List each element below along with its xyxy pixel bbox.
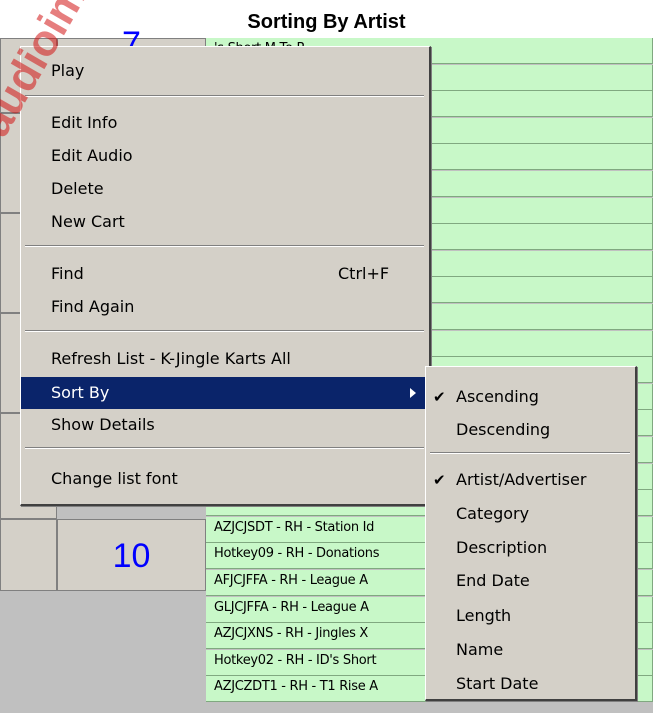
menu-separator [25, 245, 424, 247]
submenu-item-ascending[interactable]: ✔ Ascending [426, 381, 634, 413]
menu-item-label: Edit Info [51, 113, 118, 132]
submenu-item-label: Name [456, 640, 504, 659]
submenu-item-label: End Date [456, 571, 530, 590]
menu-item-edit-audio[interactable]: Edit Audio [21, 140, 428, 172]
submenu-item-description[interactable]: Description [426, 532, 634, 564]
submenu-item-label: Artist/Advertiser [456, 470, 587, 489]
menu-item-edit-info[interactable]: Edit Info [21, 107, 428, 139]
submenu-item-category[interactable]: Category [426, 498, 634, 530]
menu-item-change-list-font[interactable]: Change list font [21, 463, 428, 495]
menu-item-play[interactable]: Play [21, 55, 428, 87]
menu-item-label: Change list font [51, 469, 178, 488]
menu-item-refresh-list[interactable]: Refresh List - K-Jingle Karts All [21, 343, 428, 375]
submenu-item-start-date[interactable]: Start Date [426, 668, 634, 700]
submenu-item-length[interactable]: Length [426, 600, 634, 632]
slot-cell[interactable] [0, 519, 57, 591]
submenu-item-descending[interactable]: Descending [426, 414, 634, 446]
submenu-item-label: Category [456, 504, 530, 523]
context-menu: Play Edit Info Edit Audio Delete New Cart Fin… [20, 46, 431, 506]
submenu-item-label: Start Date [456, 674, 539, 693]
checkmark-icon: ✔ [433, 471, 446, 489]
menu-separator [25, 447, 424, 449]
menu-item-label: Edit Audio [51, 146, 133, 165]
menu-item-label: Play [51, 61, 85, 80]
menu-item-shortcut: Ctrl+F [338, 264, 390, 283]
menu-item-show-details[interactable]: Show Details [21, 409, 428, 441]
menu-item-label: Find Again [51, 297, 135, 316]
submenu-item-label: Length [456, 606, 512, 625]
menu-item-new-cart[interactable]: New Cart [21, 206, 428, 238]
submenu-item-artist-advertiser[interactable]: ✔ Artist/Advertiser [426, 464, 634, 496]
menu-separator [430, 452, 630, 454]
submenu-item-name[interactable]: Name [426, 634, 634, 666]
menu-item-delete[interactable]: Delete [21, 173, 428, 205]
menu-item-label: Find [51, 264, 84, 283]
submenu-item-end-date[interactable]: End Date [426, 565, 634, 597]
checkmark-icon: ✔ [433, 388, 446, 406]
menu-item-label: Delete [51, 179, 104, 198]
submenu-item-label: Ascending [456, 387, 539, 406]
slot-number: 10 [112, 537, 151, 575]
menu-item-label: Refresh List - K-Jingle Karts All [51, 349, 291, 368]
menu-separator [25, 330, 424, 332]
submenu-item-label: Description [456, 538, 548, 557]
submenu-arrow-icon [410, 388, 416, 398]
submenu-item-label: Descending [456, 420, 551, 439]
sort-by-submenu: ✔ Ascending Descending ✔ Artist/Advertiser Ca… [425, 366, 637, 701]
menu-separator [25, 95, 424, 97]
menu-item-label: Show Details [51, 415, 155, 434]
menu-item-sort-by[interactable]: Sort By [21, 377, 428, 409]
menu-item-find[interactable]: Find Ctrl+F [21, 258, 428, 290]
menu-item-label: New Cart [51, 212, 125, 231]
menu-item-label: Sort By [51, 383, 110, 402]
menu-item-find-again[interactable]: Find Again [21, 291, 428, 323]
